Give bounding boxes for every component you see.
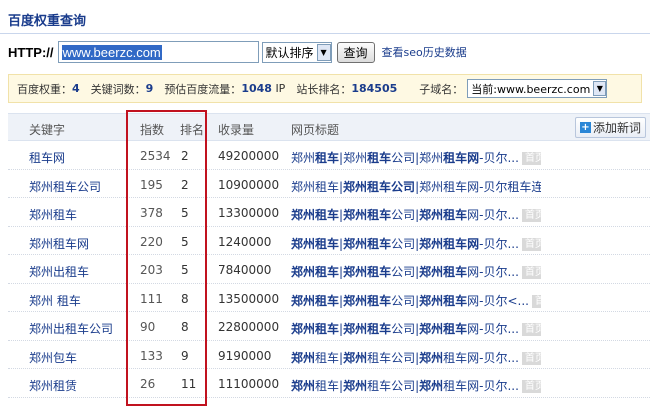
subdomain-label: 子域名：	[419, 82, 464, 96]
sort-select-value: 默认排序	[265, 45, 314, 60]
http-label: HTTP://	[8, 44, 54, 60]
chevron-down-icon: ▼	[593, 81, 607, 96]
page-title-link[interactable]: 郑州租车|郑州租车公司|郑州租车网-贝尔... 首页	[291, 149, 541, 166]
keywords-label: 关键词数：	[90, 82, 146, 96]
volume-cell: 9190000	[218, 348, 272, 363]
homepage-badge: 首页	[521, 237, 541, 251]
keywords-value: 9	[145, 82, 154, 95]
add-keyword-label: 添加新词	[592, 121, 641, 135]
subdomain-select[interactable]: 当前:www.beerzc.com ▼	[467, 79, 608, 98]
weight-value: 4	[72, 82, 80, 95]
url-input-value: www.beerzc.com	[61, 44, 162, 60]
page-title-link[interactable]: 郑州租车|郑州租车公司|郑州租车网-贝尔... 首页	[291, 377, 541, 394]
plus-icon: +	[579, 121, 591, 133]
table-row: 郑州租赁 26 11 11100000 郑州租车|郑州租车公司|郑州租车网-贝尔... 首…	[8, 369, 650, 398]
volume-cell: 13300000	[218, 206, 280, 220]
page-title-link[interactable]: 郑州租车|郑州租车公司|郑州租车网-贝尔... 首页	[291, 320, 541, 337]
weight-label: 百度权重：	[17, 82, 72, 96]
table-row: 郑州租车 378 5 13300000 郑州租车|郑州租车公司|郑州租车网-贝尔... 首…	[8, 198, 650, 227]
volume-cell: 10900000	[218, 177, 280, 192]
page-title-text: 郑州租车|郑州租车公司|郑州租车网-贝尔...	[291, 379, 519, 393]
sort-select[interactable]: 默认排序 ▼	[261, 41, 332, 63]
keyword-link[interactable]: 郑州租赁	[29, 377, 77, 394]
table-row: 租车网 2534 2 49200000 郑州租车|郑州租车公司|郑州租车网-贝尔... 首…	[8, 141, 650, 170]
table-row: 郑州出租车公司 90 8 22800000 郑州租车|郑州租车公司|郑州租车网-贝尔..…	[8, 312, 650, 341]
keyword-link[interactable]: 郑州出租车	[29, 263, 89, 280]
title-divider	[0, 33, 650, 34]
volume-cell: 7840000	[218, 263, 272, 277]
query-button[interactable]: 查询	[336, 41, 375, 63]
volume-cell: 49200000	[218, 149, 280, 163]
page-title-text: 郑州租车|郑州租车公司|郑州租车网-贝尔...	[291, 236, 519, 251]
page-title-text: 郑州租车|郑州租车公司|郑州租车网-贝尔...	[291, 208, 519, 222]
keyword-link[interactable]: 郑州出租车公司	[29, 320, 113, 337]
page-title-text: 郑州租车|郑州租车公司|郑州租车网-贝尔<...	[291, 293, 529, 308]
keyword-link[interactable]: 郑州 租车	[29, 292, 81, 309]
keyword-link[interactable]: 郑州租车	[29, 206, 77, 223]
homepage-badge: 首页	[521, 209, 541, 222]
table-row: 郑州出租车 203 5 7840000 郑州租车|郑州租车公司|郑州租车网-贝尔... 首…	[8, 255, 650, 284]
homepage-badge: 首页	[521, 152, 541, 165]
page-title-link[interactable]: 郑州租车|郑州租车公司|郑州租车网-贝尔... 首页	[291, 235, 541, 252]
page-title-text: 郑州租车|郑州租车公司|郑州租车网-贝尔...	[291, 151, 519, 165]
header-page-title: 网页标题	[291, 123, 340, 137]
page-title-text: 郑州租车|郑州租车公司|郑州租车网-贝尔租车连锁	[291, 179, 541, 194]
homepage-badge: 首页	[521, 351, 541, 365]
subdomain-select-value: 当前:www.beerzc.com	[471, 82, 591, 96]
page-title-text: 郑州租车|郑州租车公司|郑州租车网-贝尔...	[291, 265, 519, 279]
highlight-box	[126, 110, 207, 406]
keyword-table: 租车网 2534 2 49200000 郑州租车|郑州租车公司|郑州租车网-贝尔... 首…	[8, 141, 650, 398]
site-rank-label: 站长排名：	[296, 82, 352, 96]
query-bar: HTTP:// www.beerzc.com 默认排序 ▼ 查询 查看seo历史…	[8, 41, 467, 63]
chevron-down-icon: ▼	[316, 43, 331, 61]
keyword-link[interactable]: 郑州包车	[29, 349, 77, 366]
traffic-label: 预估百度流量：	[164, 82, 242, 96]
volume-cell: 11100000	[218, 377, 280, 391]
table-row: 郑州租车网 220 5 1240000 郑州租车|郑州租车公司|郑州租车网-贝尔... 首…	[8, 227, 650, 255]
page-title: 百度权重查询	[8, 14, 87, 29]
page-title-link[interactable]: 郑州租车|郑州租车公司|郑州租车网-贝尔... 首页	[291, 263, 541, 280]
traffic-unit: IP	[275, 82, 286, 95]
table-row: 郑州租车公司 195 2 10900000 郑州租车|郑州租车公司|郑州租车网-贝尔租车…	[8, 170, 650, 198]
page-title-text: 郑州租车|郑州租车公司|郑州租车网-贝尔...	[291, 350, 519, 365]
page-title-link[interactable]: 郑州租车|郑州租车公司|郑州租车网-贝尔<...首页	[291, 292, 541, 309]
traffic-value: 1048	[241, 82, 272, 95]
header-volume[interactable]: 收录量	[218, 121, 254, 138]
header-keyword[interactable]: 关键字	[29, 121, 65, 138]
volume-cell: 22800000	[218, 320, 280, 334]
keyword-link[interactable]: 郑州租车公司	[29, 178, 101, 195]
page-title-text: 郑州租车|郑州租车公司|郑州租车网-贝尔...	[291, 322, 519, 336]
add-keyword-button[interactable]: + 添加新词	[574, 117, 646, 138]
seo-history-link[interactable]: 查看seo历史数据	[382, 44, 467, 60]
keyword-link[interactable]: 郑州租车网	[29, 235, 89, 252]
keyword-link[interactable]: 租车网	[29, 149, 65, 166]
summary-bar: 百度权重： 4 关键词数： 9 预估百度流量： 1048 IP 站长排名： 184505…	[8, 74, 642, 103]
volume-cell: 13500000	[218, 291, 280, 306]
homepage-badge: 首页	[531, 294, 541, 308]
page-title-link[interactable]: 郑州租车|郑州租车公司|郑州租车网-贝尔... 首页	[291, 206, 541, 223]
table-row: 郑州 租车 111 8 13500000 郑州租车|郑州租车公司|郑州租车网-贝尔<..…	[8, 284, 650, 312]
site-rank-value: 184505	[351, 82, 398, 95]
homepage-badge: 首页	[521, 266, 541, 279]
url-input[interactable]: www.beerzc.com	[57, 41, 259, 63]
homepage-badge: 首页	[521, 380, 541, 393]
page-title-link[interactable]: 郑州租车|郑州租车公司|郑州租车网-贝尔租车连锁首页	[291, 178, 541, 195]
table-header: 关键字 指数 排名 收录量 网页标题 + 添加新词	[8, 113, 650, 141]
volume-cell: 1240000	[218, 234, 272, 249]
homepage-badge: 首页	[521, 323, 541, 336]
page-title-link[interactable]: 郑州租车|郑州租车公司|郑州租车网-贝尔... 首页	[291, 349, 541, 366]
table-row: 郑州包车 133 9 9190000 郑州租车|郑州租车公司|郑州租车网-贝尔... 首页	[8, 341, 650, 369]
